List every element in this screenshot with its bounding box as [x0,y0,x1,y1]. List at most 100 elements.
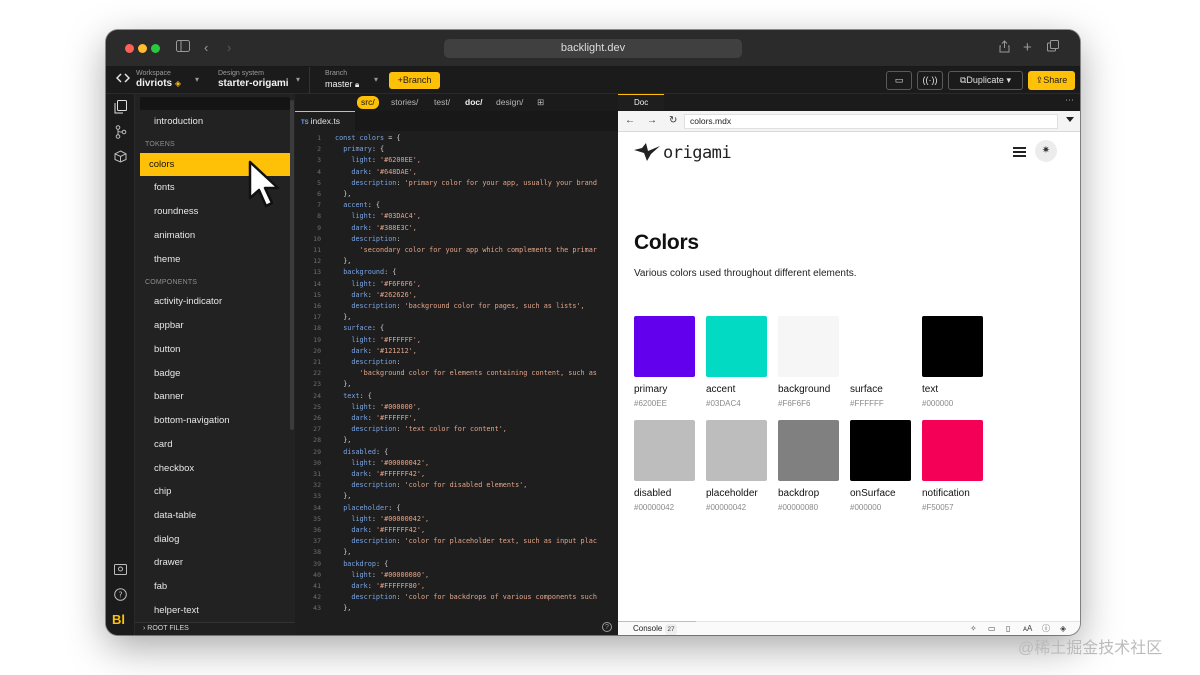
theme-toggle-icon[interactable]: ✷ [1035,140,1057,162]
paint-icon[interactable]: ◈ [1060,623,1066,634]
tokens-heading: TOKENS [145,141,175,148]
mobile-icon[interactable]: ▯ [1006,623,1010,634]
chevron-down-icon[interactable] [1066,117,1074,122]
tab-doc[interactable]: Doc [618,94,664,111]
user-feedback-icon[interactable] [113,564,128,579]
sidebar-item-fab[interactable]: fab [140,575,290,598]
broadcast-button[interactable]: ((·)) [917,71,943,90]
back-arrow-icon[interactable]: ← [625,115,635,127]
info-icon[interactable]: ⓘ [1042,623,1050,634]
sidebar-item-drawer[interactable]: drawer [140,551,290,574]
menu-icon[interactable] [1013,147,1026,157]
more-options-icon[interactable]: ⋯ [1065,95,1074,106]
files-icon[interactable] [113,100,128,115]
tab-overview-icon[interactable] [1047,40,1059,56]
new-folder-icon[interactable]: ⊞ [533,96,548,109]
code-line: dark: '#FFFFFF', [351,414,417,422]
minimize-window-button[interactable] [138,44,147,53]
mouse-pointer-icon [248,160,280,208]
line-number: 18 [313,324,321,333]
forward-arrow-icon[interactable]: › [227,40,231,56]
git-branch-icon[interactable] [113,125,128,140]
breadcrumb-stories[interactable]: stories/ [387,96,422,109]
sidebar-item-dialog[interactable]: dialog [140,528,290,551]
sidebar-item-introduction[interactable]: introduction [140,110,290,133]
close-window-button[interactable] [125,44,134,53]
chevron-down-icon[interactable]: ▾ [195,75,199,84]
forward-arrow-icon[interactable]: → [647,115,657,127]
color-swatch [634,420,695,481]
help-icon[interactable]: ? [113,588,128,603]
help-icon[interactable]: ? [602,622,612,632]
font-size-icon[interactable]: ᴀA [1023,623,1032,634]
workspace-selector[interactable]: Workspace divriots ◈ [136,69,181,90]
color-swatch [922,316,983,377]
share-icon[interactable] [999,40,1010,57]
origami-logo[interactable]: origami [633,142,732,164]
tab-index-ts[interactable]: TS index.ts [295,111,355,131]
line-number: 13 [313,268,321,277]
divider [309,67,310,94]
sidebar-item-appbar[interactable]: appbar [140,314,290,337]
color-swatch [850,420,911,481]
duplicate-button[interactable]: ⧉Duplicate ▾ [948,71,1023,90]
chevron-down-icon[interactable]: ▾ [296,75,300,84]
code-line: description: 'color for disabled element… [351,481,528,490]
new-tab-icon[interactable]: + [1023,40,1032,56]
breadcrumb-test[interactable]: test/ [430,96,454,109]
address-bar[interactable]: backlight.dev [444,39,742,58]
add-branch-button[interactable]: +Branch [389,72,440,89]
sidebar-item-bottom-navigation[interactable]: bottom-navigation [140,409,290,432]
line-number: 17 [313,313,321,322]
root-files-section[interactable]: › ROOT FILES [135,622,295,635]
maximize-window-button[interactable] [151,44,160,53]
desktop-icon[interactable]: ▭ [988,623,996,634]
branch-label: Branch [325,70,348,77]
sidebar-item-button[interactable]: button [140,338,290,361]
line-number: 37 [313,537,321,546]
line-number: 27 [313,425,321,434]
breadcrumb-src[interactable]: src/ [357,96,379,109]
branch-selector[interactable]: Branch master 🔒︎ [325,69,359,91]
code-line: description: 'color for placeholder text… [351,537,597,546]
backlight-logo-icon[interactable]: Bl [112,612,125,627]
design-system-selector[interactable]: Design system starter-origami [218,69,289,90]
swatch-hex: #F6F6F6 [778,399,811,408]
code-area[interactable]: 1 const colors = {2 primary: {3 light: '#… [295,133,618,621]
sidebar-scrollbar[interactable] [290,100,294,430]
sidebar-item-data-table[interactable]: data-table [140,504,290,527]
chevron-down-icon[interactable]: ▾ [374,75,378,84]
code-line: dark: '#FFFFFF42', [351,470,426,478]
console-indicator [618,621,696,622]
preview-url-input[interactable]: colors.mdx [684,114,1058,129]
line-number: 16 [313,302,321,310]
sidebar-item-activity-indicator[interactable]: activity-indicator [140,290,290,313]
reload-icon[interactable]: ↻ [669,115,677,127]
share-button[interactable]: ⇪Share [1028,71,1075,90]
console-tab[interactable]: Console 27 [633,623,677,635]
breadcrumb-design[interactable]: design/ [492,96,527,109]
sidebar-search-input[interactable] [140,97,290,110]
line-number: 21 [313,358,321,366]
code-line: }, [343,492,352,501]
back-arrow-icon[interactable]: ‹ [204,40,208,56]
sidebar-item-banner[interactable]: banner [140,385,290,408]
sidebar-item-animation[interactable]: animation [140,224,290,247]
code-line: description: [351,234,401,243]
sidebar-item-checkbox[interactable]: checkbox [140,457,290,480]
page-title: Colors [634,231,699,254]
code-line: dark: '#388E3C', [351,223,417,232]
swatch-name: placeholder [706,488,758,499]
sidebar-item-badge[interactable]: badge [140,362,290,385]
accessibility-icon[interactable]: ✧ [970,623,977,634]
breadcrumb-doc[interactable]: doc/ [461,96,486,109]
cube-icon[interactable] [113,150,128,165]
sidebar-item-helper-text[interactable]: helper-text [140,599,290,622]
line-number: 15 [313,290,321,299]
sidebar-item-card[interactable]: card [140,433,290,456]
sidebar-item-theme[interactable]: theme [140,248,290,271]
sidebar-toggle-icon[interactable] [176,40,190,56]
preview-mode-button[interactable]: ▭ [886,71,912,90]
sidebar-item-chip[interactable]: chip [140,480,290,503]
code-brackets-icon[interactable] [115,72,131,88]
